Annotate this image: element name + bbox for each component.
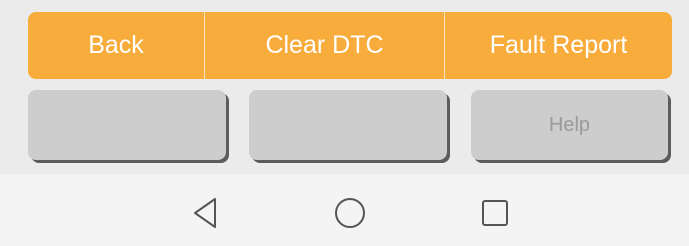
nav-home-button[interactable] [333,196,367,230]
square-recents-icon [482,200,508,226]
action-bar: Back Clear DTC Fault Report [28,12,672,79]
empty-button-1[interactable] [28,90,226,160]
triangle-back-icon [194,198,216,228]
nav-recents-button[interactable] [478,196,512,230]
back-button[interactable]: Back [28,12,204,79]
help-button[interactable]: Help [471,90,668,160]
clear-dtc-button[interactable]: Clear DTC [204,12,444,79]
fault-report-button[interactable]: Fault Report [444,12,672,79]
app-content: Back Clear DTC Fault Report Help [0,0,689,174]
circle-home-icon [335,198,365,228]
nav-back-button[interactable] [188,196,222,230]
system-navigation-bar [0,174,689,246]
empty-button-2[interactable] [249,90,447,160]
